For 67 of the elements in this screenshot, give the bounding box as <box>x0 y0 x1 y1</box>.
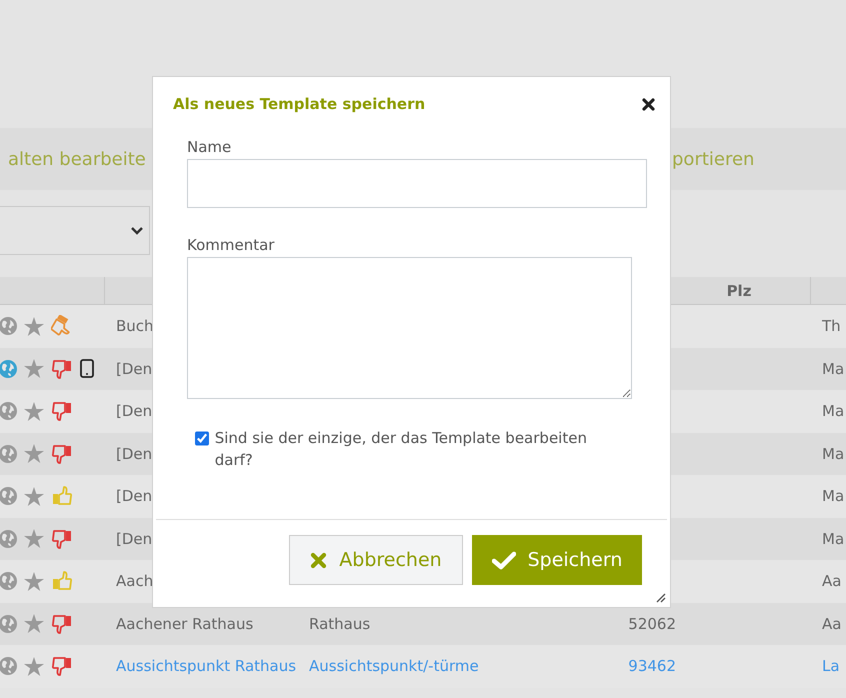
star-icon[interactable] <box>24 316 44 336</box>
table-cell: Buch <box>116 317 154 336</box>
table-cell: [Den <box>116 402 152 420</box>
table-cell: Ma <box>822 402 844 420</box>
star-icon[interactable] <box>24 444 44 464</box>
star-icon[interactable] <box>24 656 44 676</box>
table-cell: Aach <box>116 572 154 590</box>
resize-grip-icon[interactable] <box>654 591 666 603</box>
thumbs-down-icon[interactable] <box>51 442 73 465</box>
thumbs-up-icon[interactable] <box>51 485 73 508</box>
table-cell: Ma <box>822 530 844 548</box>
table-cell: Ma <box>822 360 844 378</box>
table-cell: Aa <box>822 614 842 633</box>
table-cell: Ma <box>822 444 844 463</box>
star-icon[interactable] <box>24 529 44 548</box>
table-cell: 93462 <box>628 657 676 676</box>
table-cell: 52062 <box>628 614 676 633</box>
table-cell: Th <box>822 317 841 336</box>
thumbs-down-icon[interactable] <box>51 655 73 678</box>
globe-icon[interactable] <box>0 572 17 590</box>
table-cell[interactable]: Aussichtspunkt Rathaus <box>116 657 296 676</box>
table-row[interactable]: Aachener Rathaus Rathaus 52062 Aa <box>0 602 846 645</box>
thumbs-down-icon[interactable] <box>51 528 73 550</box>
close-icon[interactable] <box>642 98 655 110</box>
save-button[interactable]: Speichern <box>472 535 642 585</box>
thumbs-up-icon[interactable] <box>51 570 73 592</box>
dialog-title: Als neues Template speichern <box>173 95 426 113</box>
export-link[interactable]: portieren <box>672 148 846 170</box>
checkbox-label: Sind sie der einzige, der das Template bearbeiten darf? <box>214 428 588 471</box>
star-icon[interactable] <box>24 614 44 634</box>
globe-icon[interactable] <box>0 530 17 548</box>
globe-icon[interactable] <box>0 402 17 420</box>
filter-select[interactable] <box>0 206 150 255</box>
cancel-button[interactable]: Abbrechen <box>289 535 463 585</box>
globe-icon[interactable] <box>0 360 17 378</box>
chevron-down-icon <box>131 226 143 234</box>
field-label: Kommentar <box>187 236 276 254</box>
star-icon[interactable] <box>24 402 44 421</box>
checkbox[interactable] <box>195 431 209 446</box>
table-cell: La <box>822 657 840 676</box>
table-cell: [Den <box>116 360 152 378</box>
globe-icon[interactable] <box>0 657 17 676</box>
table-cell: Ma <box>822 487 844 506</box>
globe-icon[interactable] <box>0 317 17 336</box>
globe-icon[interactable] <box>0 487 17 506</box>
comment-field[interactable] <box>187 257 632 399</box>
table-cell: Aa <box>822 572 842 590</box>
thumbs-down-icon[interactable] <box>51 400 73 422</box>
globe-icon[interactable] <box>0 444 17 463</box>
check-icon <box>492 550 516 570</box>
name-field[interactable] <box>187 159 647 208</box>
star-icon[interactable] <box>24 572 44 591</box>
table-cell: Aussichtspunkt/-türme <box>309 657 479 676</box>
column-header[interactable]: Plz <box>726 282 752 300</box>
globe-icon[interactable] <box>0 614 17 633</box>
field-label: Name <box>187 138 232 156</box>
thumbs-down-icon[interactable] <box>51 358 73 380</box>
table-cell: [Den <box>116 487 152 506</box>
close-icon <box>310 552 328 568</box>
table-cell: Rathaus <box>309 614 370 633</box>
edit-columns-link[interactable]: alten bearbeite <box>8 148 146 170</box>
thumbs-down-icon[interactable] <box>51 612 73 635</box>
table-cell: [Den <box>116 530 152 548</box>
star-icon[interactable] <box>24 486 44 506</box>
table-cell: Aachener Rathaus <box>116 614 254 633</box>
table-cell: [Den <box>116 444 152 463</box>
star-icon[interactable] <box>24 359 44 378</box>
